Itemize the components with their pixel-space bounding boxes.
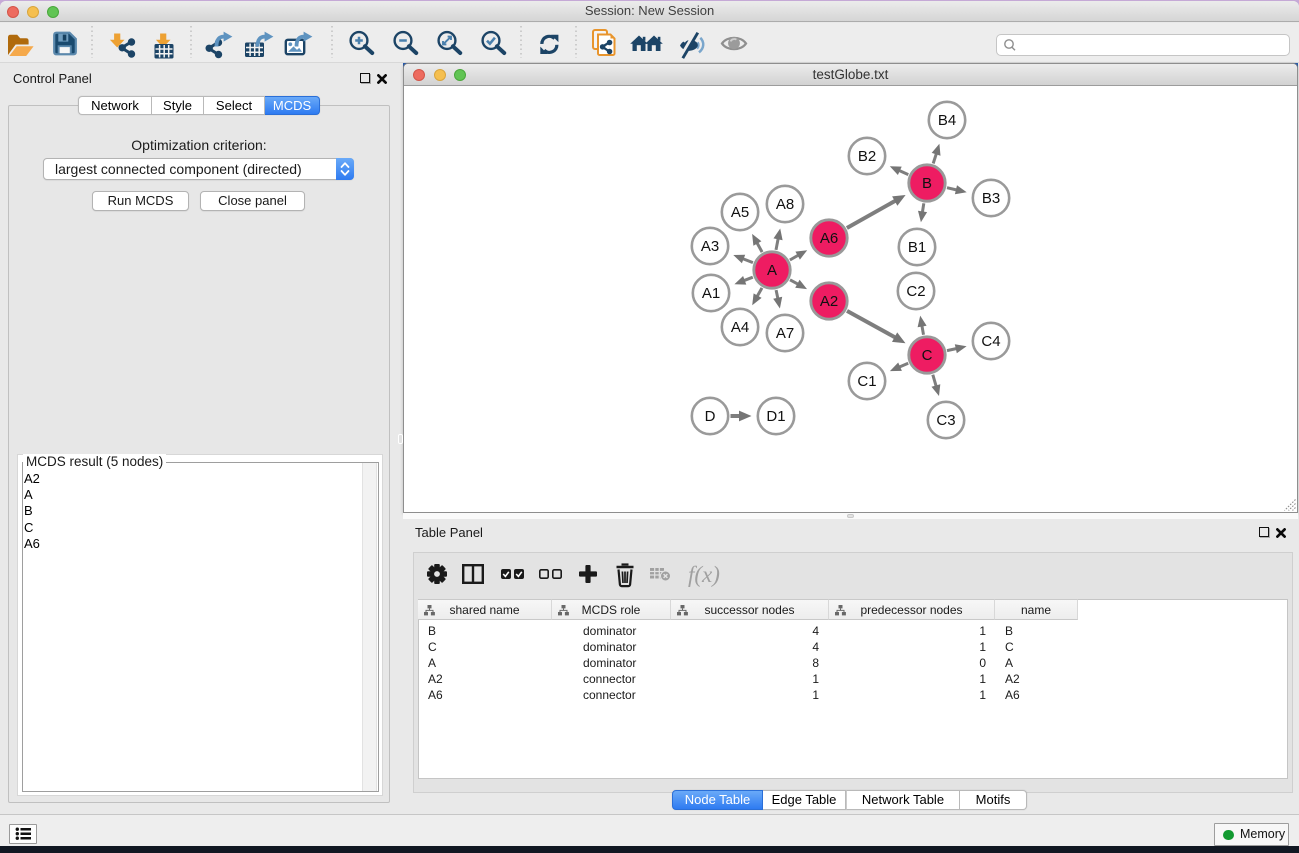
svg-text:A5: A5: [731, 204, 749, 221]
svg-text:A8: A8: [776, 196, 794, 213]
svg-text:D1: D1: [766, 408, 785, 425]
svg-text:C4: C4: [981, 333, 1000, 350]
svg-text:A2: A2: [820, 293, 838, 310]
svg-text:D: D: [705, 408, 716, 425]
svg-text:A4: A4: [731, 319, 749, 336]
svg-text:A3: A3: [701, 238, 719, 255]
svg-text:C3: C3: [936, 412, 955, 429]
svg-text:A6: A6: [820, 230, 838, 247]
svg-text:B3: B3: [982, 190, 1000, 207]
svg-text:f(x): f(x): [688, 562, 720, 587]
svg-text:B4: B4: [938, 112, 956, 129]
svg-text:C2: C2: [906, 283, 925, 300]
svg-text:C1: C1: [857, 373, 876, 390]
svg-text:B2: B2: [858, 148, 876, 165]
svg-text:A7: A7: [776, 325, 794, 342]
svg-text:B1: B1: [908, 239, 926, 256]
svg-text:B: B: [922, 175, 932, 192]
svg-text:A: A: [767, 262, 777, 279]
svg-text:A1: A1: [702, 285, 720, 302]
svg-text:C: C: [922, 347, 933, 364]
